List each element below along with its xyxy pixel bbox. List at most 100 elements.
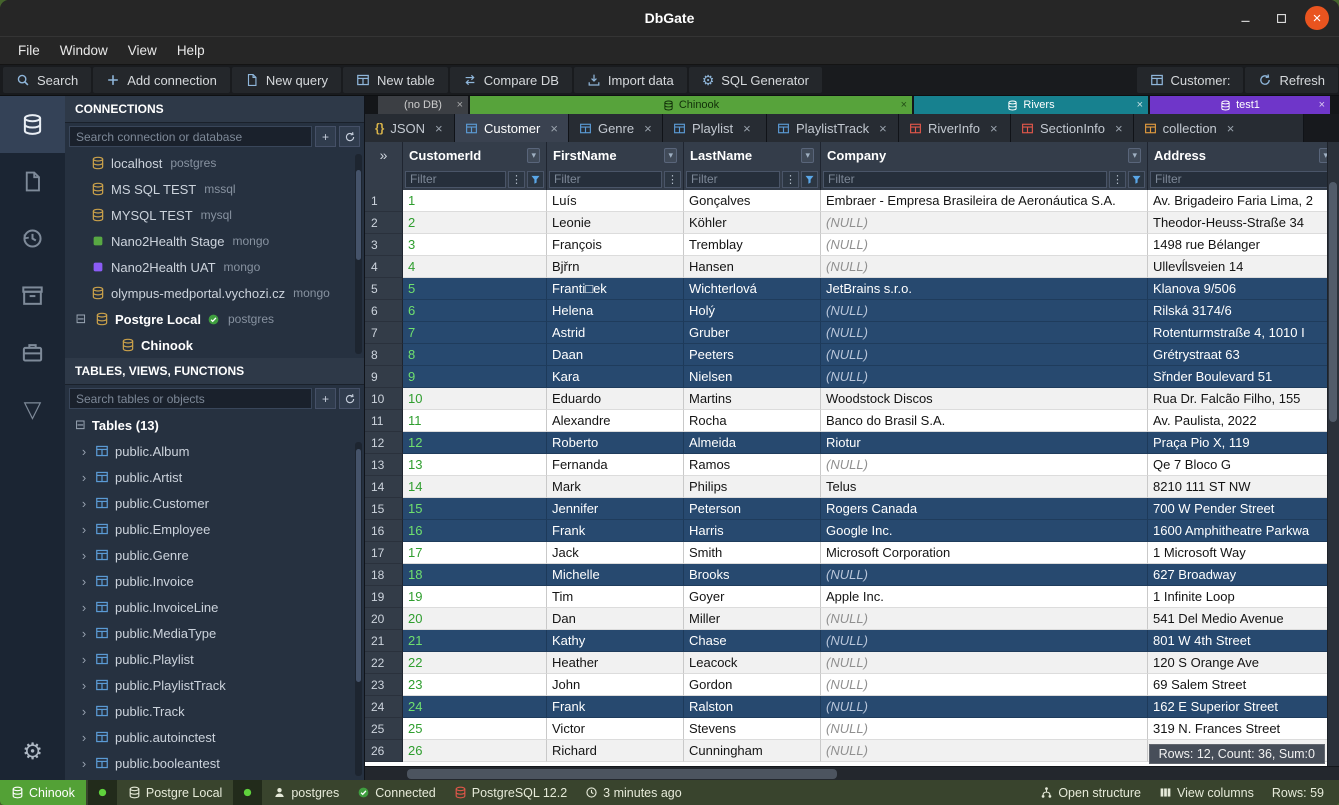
grid-cell[interactable]: Leonie bbox=[547, 212, 684, 234]
grid-cell[interactable]: Richard bbox=[547, 740, 684, 762]
sidebar-table-public-employee[interactable]: ›public.Employee bbox=[65, 516, 364, 542]
grid-cell[interactable]: (NULL) bbox=[821, 740, 1148, 762]
chevron-down-icon[interactable]: ▾ bbox=[527, 148, 540, 163]
grid-cell[interactable]: Nielsen bbox=[684, 366, 821, 388]
filter-input-lastname[interactable] bbox=[686, 171, 780, 188]
menu-item-view[interactable]: View bbox=[118, 39, 167, 62]
grid-cell[interactable]: 1600 Amphitheatre Parkwa bbox=[1148, 520, 1339, 542]
grid-cell[interactable]: Microsoft Corporation bbox=[821, 542, 1148, 564]
status-rows-59[interactable]: Rows: 59 bbox=[1263, 780, 1333, 805]
grid-cell[interactable]: (NULL) bbox=[821, 234, 1148, 256]
refresh-connections-button[interactable] bbox=[339, 126, 360, 147]
grid-cell[interactable]: Victor bbox=[547, 718, 684, 740]
grid-cell[interactable]: 21 bbox=[403, 630, 547, 652]
db-tab-chinook[interactable]: Chinook× bbox=[470, 96, 912, 114]
row-number[interactable]: 18 bbox=[365, 564, 403, 586]
close-icon[interactable]: × bbox=[550, 121, 558, 136]
grid-cell[interactable]: (NULL) bbox=[821, 212, 1148, 234]
grid-cell[interactable]: Hansen bbox=[684, 256, 821, 278]
expander-icon[interactable]: › bbox=[79, 496, 89, 511]
grid-cell[interactable]: Bjřrn bbox=[547, 256, 684, 278]
tab-collection[interactable]: collection× bbox=[1134, 114, 1304, 142]
grid-cell[interactable]: Almeida bbox=[684, 432, 821, 454]
grid-cell[interactable]: Dan bbox=[547, 608, 684, 630]
grid-cell[interactable]: 541 Del Medio Avenue bbox=[1148, 608, 1339, 630]
titlebar[interactable]: DbGate × bbox=[0, 0, 1339, 36]
grid-cell[interactable]: Frank bbox=[547, 520, 684, 542]
row-number[interactable]: 26 bbox=[365, 740, 403, 762]
grid-cell[interactable]: Goyer bbox=[684, 586, 821, 608]
tables-search-input[interactable] bbox=[69, 388, 312, 409]
grid-cell[interactable]: (NULL) bbox=[821, 256, 1148, 278]
grid-cell[interactable]: JetBrains s.r.o. bbox=[821, 278, 1148, 300]
grid-cell[interactable]: Av. Brigadeiro Faria Lima, 2 bbox=[1148, 190, 1339, 212]
sidebar-table-public-mediatype[interactable]: ›public.MediaType bbox=[65, 620, 364, 646]
connection-olympus-medportal-vychozi-cz[interactable]: olympus-medportal.vychozi.czmongo bbox=[65, 280, 364, 306]
grid-cell[interactable]: Rua Dr. Falcão Filho, 155 bbox=[1148, 388, 1339, 410]
grid-cell[interactable]: Rotenturmstraße 4, 1010 I bbox=[1148, 322, 1339, 344]
grid-cell[interactable]: (NULL) bbox=[821, 630, 1148, 652]
column-header-company[interactable]: Company▾ bbox=[821, 142, 1148, 168]
toolbar-refresh-button[interactable]: Refresh bbox=[1245, 67, 1338, 93]
grid-cell[interactable]: 8210 111 ST NW bbox=[1148, 476, 1339, 498]
row-number[interactable]: 24 bbox=[365, 696, 403, 718]
close-icon[interactable]: × bbox=[990, 121, 998, 136]
grid-cell[interactable]: 19 bbox=[403, 586, 547, 608]
grid-cell[interactable]: Smith bbox=[684, 542, 821, 564]
connection-ms-sql-test[interactable]: MS SQL TESTmssql bbox=[65, 176, 364, 202]
grid-cell[interactable]: (NULL) bbox=[821, 696, 1148, 718]
grid-cell[interactable]: Martins bbox=[684, 388, 821, 410]
close-icon[interactable]: × bbox=[901, 99, 907, 111]
grid-cell[interactable]: Frank bbox=[547, 696, 684, 718]
vertical-scrollbar-thumb[interactable] bbox=[1329, 182, 1337, 422]
grid-cell[interactable]: 13 bbox=[403, 454, 547, 476]
status-chinook[interactable]: Chinook bbox=[0, 780, 86, 805]
tables-scrollbar[interactable] bbox=[355, 442, 362, 776]
tab-json[interactable]: {}JSON× bbox=[365, 114, 455, 142]
grid-cell[interactable]: (NULL) bbox=[821, 344, 1148, 366]
column-header-lastname[interactable]: LastName▾ bbox=[684, 142, 821, 168]
grid-cell[interactable]: 9 bbox=[403, 366, 547, 388]
add-connection-mini-button[interactable]: + bbox=[315, 126, 336, 147]
tab-sectioninfo[interactable]: SectionInfo× bbox=[1011, 114, 1134, 142]
close-icon[interactable]: × bbox=[1319, 99, 1325, 111]
filter-funnel-button[interactable] bbox=[1128, 171, 1145, 188]
grid-cell[interactable]: Roberto bbox=[547, 432, 684, 454]
close-icon[interactable]: × bbox=[1227, 121, 1235, 136]
row-number[interactable]: 8 bbox=[365, 344, 403, 366]
close-icon[interactable]: × bbox=[1137, 99, 1143, 111]
expander-icon[interactable]: › bbox=[79, 522, 89, 537]
row-number[interactable]: 13 bbox=[365, 454, 403, 476]
status-connected[interactable]: Connected bbox=[348, 780, 444, 805]
grid-cell[interactable]: 700 W Pender Street bbox=[1148, 498, 1339, 520]
connection-mysql-test[interactable]: MYSQL TESTmysql bbox=[65, 202, 364, 228]
grid-cell[interactable]: (NULL) bbox=[821, 564, 1148, 586]
grid-cell[interactable]: Gordon bbox=[684, 674, 821, 696]
grid-cell[interactable]: Stevens bbox=[684, 718, 821, 740]
grid-cell[interactable]: Luís bbox=[547, 190, 684, 212]
toolbar-sql-generator-button[interactable]: ⚙SQL Generator bbox=[689, 67, 822, 93]
menu-item-help[interactable]: Help bbox=[167, 39, 215, 62]
grid-cell[interactable]: Embraer - Empresa Brasileira de Aeronáut… bbox=[821, 190, 1148, 212]
filter-input-company[interactable] bbox=[823, 171, 1107, 188]
sidebar-table-public-customer[interactable]: ›public.Customer bbox=[65, 490, 364, 516]
expander-icon[interactable]: › bbox=[79, 626, 89, 641]
expander-icon[interactable]: › bbox=[79, 678, 89, 693]
filter-input-firstname[interactable] bbox=[549, 171, 662, 188]
row-number[interactable]: 17 bbox=[365, 542, 403, 564]
filter-input-customerid[interactable] bbox=[405, 171, 506, 188]
grid-cell[interactable]: Rilská 3174/6 bbox=[1148, 300, 1339, 322]
toolbar-new-query-button[interactable]: New query bbox=[232, 67, 341, 93]
row-number[interactable]: 15 bbox=[365, 498, 403, 520]
row-number[interactable]: 14 bbox=[365, 476, 403, 498]
grid-cell[interactable]: Woodstock Discos bbox=[821, 388, 1148, 410]
status-3-minutes-ago[interactable]: 3 minutes ago bbox=[576, 780, 691, 805]
grid-cell[interactable]: Sřnder Boulevard 51 bbox=[1148, 366, 1339, 388]
grid-cell[interactable]: 4 bbox=[403, 256, 547, 278]
rail-history-icon[interactable] bbox=[0, 210, 65, 267]
row-number[interactable]: 2 bbox=[365, 212, 403, 234]
grid-cell[interactable]: Gonçalves bbox=[684, 190, 821, 212]
grid-cell[interactable]: Google Inc. bbox=[821, 520, 1148, 542]
horizontal-scrollbar[interactable] bbox=[365, 766, 1339, 780]
grid-cell[interactable]: 2 bbox=[403, 212, 547, 234]
